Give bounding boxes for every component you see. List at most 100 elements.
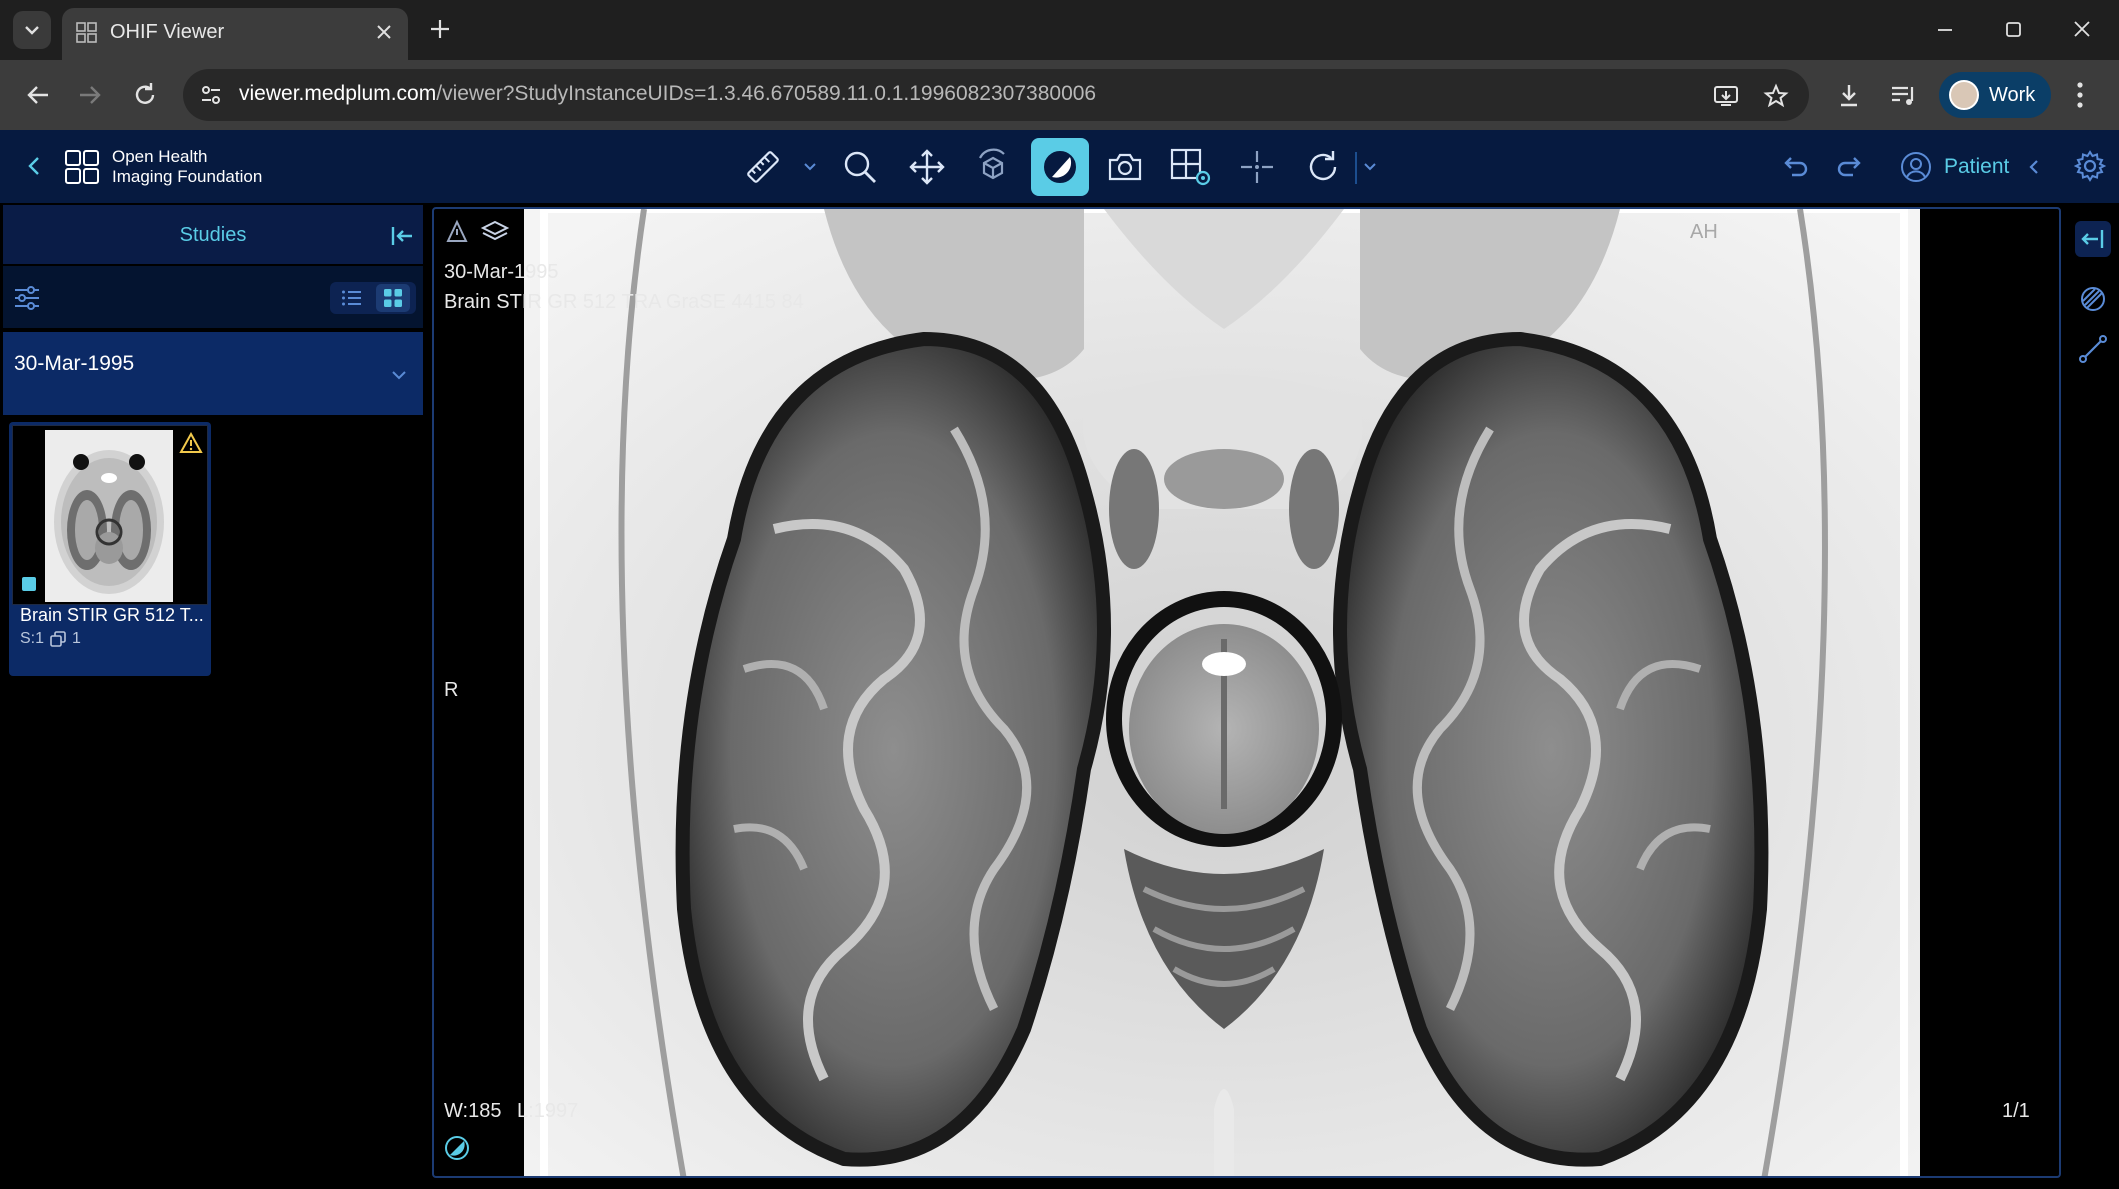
series-meta: S:1 1 bbox=[20, 630, 81, 648]
series-number: S:1 bbox=[20, 630, 45, 647]
layout-settings-icon bbox=[1170, 148, 1211, 186]
avatar bbox=[1949, 80, 1979, 110]
studies-tab[interactable]: Studies bbox=[3, 205, 423, 264]
tab-search-button[interactable] bbox=[13, 11, 51, 49]
bookmark-star-icon[interactable] bbox=[1763, 83, 1789, 109]
site-info-icon[interactable] bbox=[199, 83, 223, 107]
more-menu-icon[interactable] bbox=[2074, 80, 2086, 110]
reset-tool-button[interactable] bbox=[1296, 140, 1350, 194]
pan-tool-button[interactable] bbox=[900, 140, 954, 194]
profile-name: Work bbox=[1989, 83, 2036, 106]
chevron-down-icon[interactable] bbox=[802, 158, 818, 174]
user-icon bbox=[1901, 152, 1931, 182]
window-level-tool-button[interactable] bbox=[1031, 138, 1089, 196]
logo-text: Open Health Imaging Foundation bbox=[112, 147, 263, 186]
study-list-toolbar bbox=[3, 266, 423, 328]
new-tab-icon[interactable] bbox=[425, 14, 455, 44]
url-text: viewer.medplum.com/viewer?StudyInstanceU… bbox=[239, 82, 1097, 105]
overlay-study-date: 30-Mar-1995 bbox=[444, 261, 559, 283]
browser-toolbar: viewer.medplum.com/viewer?StudyInstanceU… bbox=[0, 60, 2119, 130]
redo-button[interactable] bbox=[1832, 148, 1868, 184]
measurements-button[interactable] bbox=[2075, 331, 2111, 367]
forward-arrow-icon[interactable] bbox=[72, 77, 108, 113]
chevron-down-icon[interactable] bbox=[390, 368, 408, 382]
segmentation-button[interactable] bbox=[2075, 281, 2111, 317]
capture-tool-button[interactable] bbox=[1098, 140, 1152, 194]
image-viewport[interactable]: AH R 30-Mar-1995 Brain STIR GR 512 TRA G… bbox=[432, 207, 2061, 1178]
zoom-tool-button[interactable] bbox=[833, 140, 887, 194]
layers-icon[interactable] bbox=[480, 219, 510, 245]
settings-button[interactable] bbox=[2072, 148, 2108, 184]
patient-info-button[interactable]: Patient bbox=[1900, 150, 2041, 184]
reload-icon[interactable] bbox=[127, 77, 163, 113]
list-icon bbox=[342, 290, 361, 306]
thumbnail-image bbox=[45, 430, 173, 602]
ohif-logo-icon bbox=[65, 150, 99, 184]
right-panel-strip bbox=[2066, 203, 2119, 1189]
viewer-header: Open Health Imaging Foundation Patient bbox=[0, 130, 2119, 203]
redo-icon bbox=[1837, 157, 1861, 177]
chevron-left-icon bbox=[2029, 160, 2039, 174]
window-level-icon[interactable] bbox=[444, 1135, 470, 1161]
browser-tabstrip: OHIF Viewer bbox=[0, 0, 2119, 60]
settings-sliders-icon[interactable] bbox=[13, 285, 41, 311]
close-window-icon[interactable] bbox=[2067, 14, 2097, 44]
collapse-panel-icon[interactable] bbox=[389, 223, 415, 249]
grid-icon bbox=[384, 289, 402, 307]
close-tab-icon[interactable] bbox=[372, 20, 396, 44]
profile-button[interactable]: Work bbox=[1939, 72, 2051, 118]
overlay-image-index: 1/1 bbox=[2002, 1100, 2030, 1122]
undo-icon bbox=[1784, 157, 1808, 177]
media-controls-icon[interactable] bbox=[1884, 77, 1920, 113]
instance-count: 1 bbox=[72, 630, 81, 647]
ruler-icon bbox=[747, 151, 779, 183]
layout-tool-button[interactable] bbox=[1164, 140, 1218, 194]
series-thumbnail[interactable]: Brain STIR GR 512 T... S:1 1 bbox=[9, 422, 211, 676]
rotate-reset-icon bbox=[1309, 151, 1337, 181]
list-view-button[interactable] bbox=[338, 286, 366, 310]
measure-tool-button[interactable] bbox=[736, 140, 790, 194]
maximize-icon[interactable] bbox=[1998, 14, 2028, 44]
overlay-window-level: W:185 L:1997 bbox=[444, 1100, 579, 1122]
chevron-down-icon[interactable] bbox=[1362, 158, 1378, 174]
crosshairs-icon bbox=[1241, 151, 1273, 183]
overlay-series-description: Brain STIR GR 512 TRA GraSE 4415 84 bbox=[444, 291, 804, 313]
pan-icon bbox=[909, 149, 945, 185]
gear-icon bbox=[2074, 150, 2106, 182]
studies-panel: Studies 30-Mar-1995 Brain STIR GR 512 T.… bbox=[0, 203, 430, 1189]
minimize-icon[interactable] bbox=[1930, 14, 1960, 44]
back-arrow-icon[interactable] bbox=[20, 77, 56, 113]
patient-label: Patient bbox=[1944, 155, 2010, 178]
viewport-top-icons bbox=[444, 219, 510, 245]
undo-button[interactable] bbox=[1777, 148, 1813, 184]
chevron-down-icon bbox=[25, 26, 39, 35]
camera-icon bbox=[1108, 153, 1142, 181]
study-date: 30-Mar-1995 bbox=[14, 352, 135, 375]
series-description: Brain STIR GR 512 T... bbox=[20, 605, 204, 625]
rotate-3d-tool-button[interactable] bbox=[966, 140, 1020, 194]
view-mode-toggle bbox=[330, 282, 416, 314]
grid-favicon-icon bbox=[76, 22, 97, 43]
study-item[interactable]: 30-Mar-1995 bbox=[3, 332, 423, 415]
warning-icon bbox=[179, 432, 203, 453]
expand-right-panel-button[interactable] bbox=[2075, 221, 2111, 257]
thumbnail-view-button[interactable] bbox=[376, 284, 410, 312]
chevron-left-icon[interactable] bbox=[24, 152, 44, 180]
window-level-icon bbox=[1044, 151, 1076, 183]
tracking-status-icon[interactable] bbox=[444, 219, 470, 245]
rotate-3d-icon bbox=[979, 148, 1005, 180]
measurement-line-icon bbox=[2079, 335, 2107, 363]
zoom-icon bbox=[844, 151, 876, 183]
install-app-icon[interactable] bbox=[1713, 83, 1739, 109]
tab-title: OHIF Viewer bbox=[110, 21, 225, 43]
crosshairs-tool-button[interactable] bbox=[1230, 140, 1284, 194]
modality-badge bbox=[22, 577, 36, 591]
toolbar-separator bbox=[1355, 152, 1357, 184]
copy-instances-icon bbox=[50, 631, 66, 647]
studies-tab-label: Studies bbox=[179, 224, 247, 246]
browser-tab[interactable]: OHIF Viewer bbox=[62, 8, 408, 60]
downloads-icon[interactable] bbox=[1831, 77, 1867, 113]
expand-panel-icon bbox=[2081, 230, 2104, 248]
orientation-marker-left: R bbox=[444, 679, 459, 701]
address-bar[interactable]: viewer.medplum.com/viewer?StudyInstanceU… bbox=[183, 69, 1809, 121]
